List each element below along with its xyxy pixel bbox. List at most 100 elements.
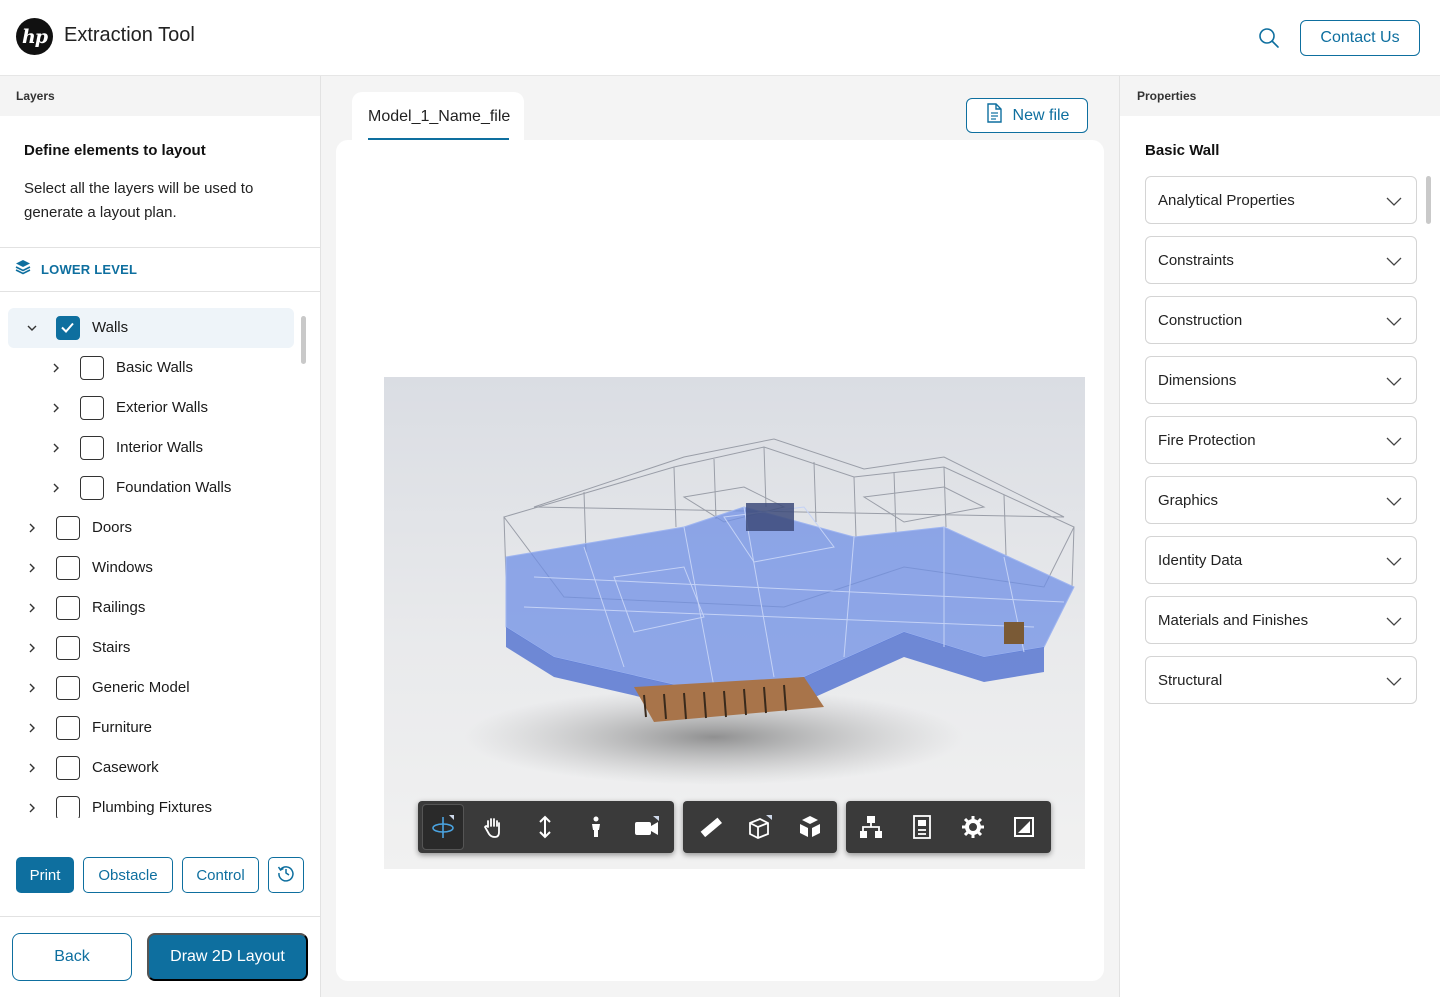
accordion-dimensions[interactable]: Dimensions <box>1145 356 1417 404</box>
accordion-fire-protection[interactable]: Fire Protection <box>1145 416 1417 464</box>
chevron-down-icon <box>1386 554 1402 572</box>
tree-label: Interior Walls <box>116 439 203 456</box>
chevron-right-icon[interactable] <box>50 402 62 414</box>
accordion-label: Construction <box>1158 312 1243 329</box>
obstacle-button[interactable]: Obstacle <box>83 857 173 893</box>
plumbing-fixtures-checkbox[interactable] <box>56 796 80 818</box>
explode-icon[interactable] <box>795 812 825 842</box>
chevron-down-icon <box>1386 494 1402 512</box>
chevron-down-icon[interactable] <box>26 322 38 334</box>
accordion-label: Analytical Properties <box>1158 192 1295 209</box>
level-selector[interactable]: LOWER LEVEL <box>0 247 320 292</box>
orbit-icon[interactable] <box>422 804 464 850</box>
walls-checkbox[interactable] <box>56 316 80 340</box>
chevron-right-icon[interactable] <box>50 482 62 494</box>
settings-icon[interactable] <box>958 812 988 842</box>
casework-checkbox[interactable] <box>56 756 80 780</box>
foundation-walls-checkbox[interactable] <box>80 476 104 500</box>
chevron-right-icon[interactable] <box>26 682 38 694</box>
tree-label: Exterior Walls <box>116 399 208 416</box>
accordion-construction[interactable]: Construction <box>1145 296 1417 344</box>
tree-row-railings[interactable]: Railings <box>0 588 300 628</box>
chevron-right-icon[interactable] <box>26 762 38 774</box>
chevron-right-icon[interactable] <box>26 642 38 654</box>
basic-walls-checkbox[interactable] <box>80 356 104 380</box>
building-model-render <box>464 438 1075 785</box>
zoom-icon[interactable] <box>530 812 560 842</box>
chevron-down-icon <box>1386 314 1402 332</box>
back-button[interactable]: Back <box>12 933 132 981</box>
accordion-constraints[interactable]: Constraints <box>1145 236 1417 284</box>
control-button[interactable]: Control <box>182 857 259 893</box>
layers-panel: Layers Define elements to layout Select … <box>0 76 321 997</box>
interior-walls-checkbox[interactable] <box>80 436 104 460</box>
layers-stack-icon <box>14 258 32 281</box>
chevron-right-icon[interactable] <box>50 362 62 374</box>
chevron-down-icon <box>1386 674 1402 692</box>
tree-row-generic-model[interactable]: Generic Model <box>0 668 300 708</box>
accordion-label: Dimensions <box>1158 372 1237 389</box>
chevron-right-icon[interactable] <box>26 602 38 614</box>
generic-model-checkbox[interactable] <box>56 676 80 700</box>
accordion-identity-data[interactable]: Identity Data <box>1145 536 1417 584</box>
tree-row-casework[interactable]: Casework <box>0 748 300 788</box>
tab-model-file[interactable]: Model_1_Name_file <box>352 92 524 144</box>
new-file-button[interactable]: New file <box>966 98 1088 133</box>
accordion-structural[interactable]: Structural <box>1145 656 1417 704</box>
tree-row-stairs[interactable]: Stairs <box>0 628 300 668</box>
chevron-right-icon[interactable] <box>26 722 38 734</box>
tree-row-furniture[interactable]: Furniture <box>0 708 300 748</box>
accordion-analytical-properties[interactable]: Analytical Properties <box>1145 176 1417 224</box>
measure-icon[interactable] <box>695 812 725 842</box>
tree-row-foundation-walls[interactable]: Foundation Walls <box>0 468 300 508</box>
furniture-checkbox[interactable] <box>56 716 80 740</box>
properties-scrollbar[interactable] <box>1426 176 1431 224</box>
accordion-label: Materials and Finishes <box>1158 612 1309 629</box>
history-button[interactable] <box>268 857 304 893</box>
tree-label: Railings <box>92 599 146 616</box>
contact-us-button[interactable]: Contact Us <box>1300 20 1420 56</box>
accordion-label: Structural <box>1158 672 1223 689</box>
tree-label: Generic Model <box>92 679 190 696</box>
accordion-label: Identity Data <box>1158 552 1243 569</box>
draw-2d-layout-button[interactable]: Draw 2D Layout <box>147 933 308 981</box>
search-icon[interactable] <box>1256 25 1282 51</box>
model-browser-icon[interactable] <box>856 812 886 842</box>
hp-logo: hp <box>16 18 53 55</box>
layer-tree: Walls Basic Walls Exterior Walls Interio… <box>0 308 320 818</box>
chevron-down-icon <box>1386 614 1402 632</box>
doors-checkbox[interactable] <box>56 516 80 540</box>
chevron-right-icon[interactable] <box>26 522 38 534</box>
chevron-right-icon[interactable] <box>50 442 62 454</box>
tree-row-walls[interactable]: Walls <box>8 308 294 348</box>
tree-label: Basic Walls <box>116 359 193 376</box>
properties-icon[interactable] <box>907 812 937 842</box>
windows-checkbox[interactable] <box>56 556 80 580</box>
print-button[interactable]: Print <box>16 857 74 893</box>
pan-hand-icon[interactable] <box>478 812 508 842</box>
section-box-icon[interactable] <box>745 812 775 842</box>
fullscreen-icon[interactable] <box>1009 812 1039 842</box>
stairs-checkbox[interactable] <box>56 636 80 660</box>
camera-icon[interactable] <box>632 812 662 842</box>
tree-row-basic-walls[interactable]: Basic Walls <box>0 348 300 388</box>
tree-row-doors[interactable]: Doors <box>0 508 300 548</box>
element-title: Basic Wall <box>1145 142 1220 159</box>
accordion-label: Fire Protection <box>1158 432 1256 449</box>
accordion-graphics[interactable]: Graphics <box>1145 476 1417 524</box>
layer-tree-scrollbar[interactable] <box>301 316 306 364</box>
tree-row-windows[interactable]: Windows <box>0 548 300 588</box>
exterior-walls-checkbox[interactable] <box>80 396 104 420</box>
3d-viewport[interactable] <box>384 377 1085 869</box>
accordion-materials-and-finishes[interactable]: Materials and Finishes <box>1145 596 1417 644</box>
tree-row-plumbing-fixtures[interactable]: Plumbing Fixtures <box>0 788 300 818</box>
chevron-right-icon[interactable] <box>26 802 38 814</box>
first-person-icon[interactable] <box>581 812 611 842</box>
settings-tools-group <box>846 801 1051 853</box>
chevron-right-icon[interactable] <box>26 562 38 574</box>
tree-row-interior-walls[interactable]: Interior Walls <box>0 428 300 468</box>
tree-row-exterior-walls[interactable]: Exterior Walls <box>0 388 300 428</box>
chevron-down-icon <box>1386 374 1402 392</box>
accordion-label: Graphics <box>1158 492 1219 509</box>
railings-checkbox[interactable] <box>56 596 80 620</box>
